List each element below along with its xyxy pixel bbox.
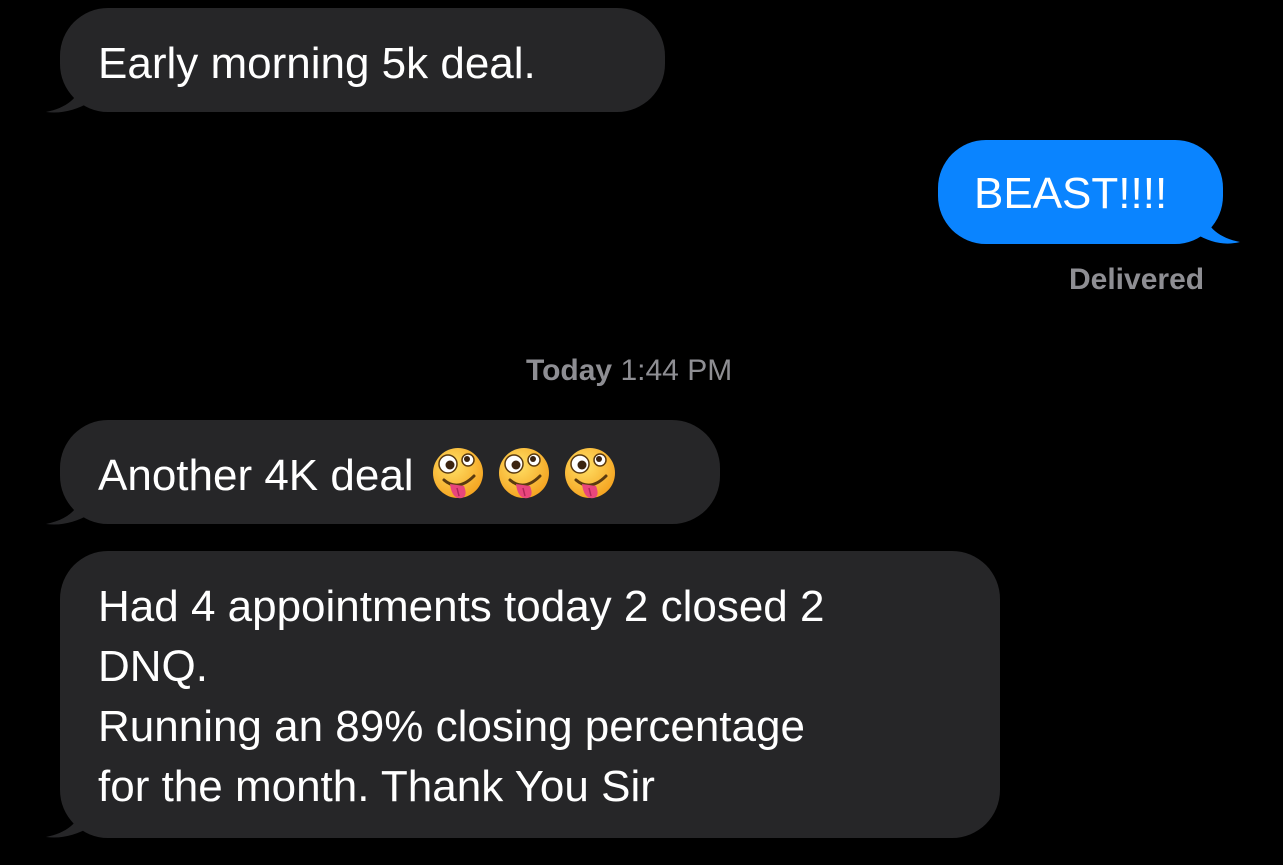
incoming-message-bubble[interactable]: Had 4 appointments today 2 closed 2 DNQ.…	[60, 551, 1000, 838]
incoming-message-bubble[interactable]: Another 4K deal	[60, 420, 720, 524]
timestamp-day: Today	[526, 354, 613, 387]
message-line: for the month. Thank You Sir	[98, 762, 655, 811]
incoming-message-bubble[interactable]: Early morning 5k deal.	[60, 8, 665, 112]
zany-face-icon	[564, 448, 615, 499]
incoming-bubble-tail	[46, 492, 90, 525]
message-line: Running an 89% closing percentage	[98, 702, 805, 751]
incoming-bubble-tail	[46, 80, 90, 113]
emoji-group	[430, 446, 618, 506]
timestamp-divider: Today 1:44 PM	[526, 353, 732, 389]
timestamp-time: 1:44 PM	[620, 354, 733, 387]
message-text: Another 4K deal	[98, 451, 414, 500]
message-line: DNQ.	[98, 642, 208, 691]
zany-face-icon	[498, 448, 549, 499]
outgoing-message-bubble[interactable]: BEAST!!!!	[938, 140, 1223, 244]
message-text: BEAST!!!!	[974, 169, 1168, 218]
incoming-bubble-tail	[46, 805, 90, 838]
message-text: Early morning 5k deal.	[98, 39, 536, 88]
outgoing-bubble-tail	[1196, 210, 1240, 244]
zany-face-icon	[432, 448, 483, 499]
message-line: Had 4 appointments today 2 closed 2	[98, 582, 825, 631]
delivered-status: Delivered	[1069, 263, 1205, 296]
